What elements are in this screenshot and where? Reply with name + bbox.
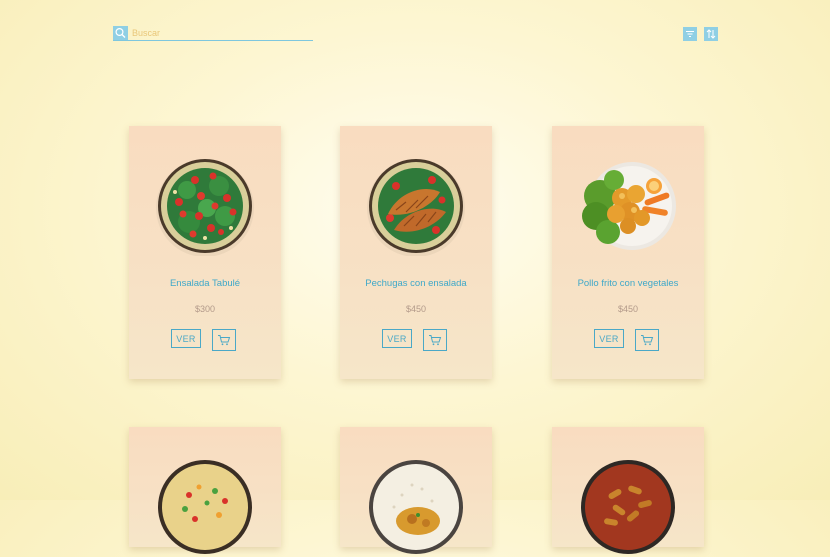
product-card [340,427,492,554]
product-card [552,427,704,554]
filter-button[interactable] [683,27,697,41]
top-bar [113,26,719,42]
fried-chicken-dish-image [578,156,678,256]
add-to-cart-button[interactable] [635,329,659,351]
view-button[interactable]: VER [594,329,624,348]
view-button[interactable]: VER [382,329,412,348]
rice-dish-image [155,457,255,557]
product-name: Pechugas con ensalada [365,278,467,289]
product-name: Ensalada Tabulé [169,278,241,289]
product-price: $300 [194,304,216,314]
product-price: $450 [617,304,639,314]
view-button[interactable]: VER [171,329,201,348]
add-to-cart-button[interactable] [423,329,447,351]
product-card: Ensalada Tabulé $300 VER [129,126,281,379]
search-icon[interactable] [113,26,128,40]
cart-icon [641,335,654,346]
filter-icon [686,31,694,37]
salad-dish-image [155,156,255,256]
search-input[interactable] [132,26,310,40]
product-name: Pollo frito con vegetales [577,278,679,289]
search-bar [113,26,313,41]
product-card [129,427,281,554]
product-card: Pechugas con ensalada $450 VER [340,126,492,379]
sort-button[interactable] [704,27,718,41]
pasta-dish-image [578,457,678,557]
add-to-cart-button[interactable] [212,329,236,351]
product-card: Pollo frito con vegetales $450 VER [552,126,704,379]
chicken-breast-dish-image [366,156,466,256]
product-price: $450 [405,304,427,314]
cart-icon [429,335,442,346]
sort-icon [706,29,716,39]
rice-curry-dish-image [366,457,466,557]
cart-icon [218,335,231,346]
